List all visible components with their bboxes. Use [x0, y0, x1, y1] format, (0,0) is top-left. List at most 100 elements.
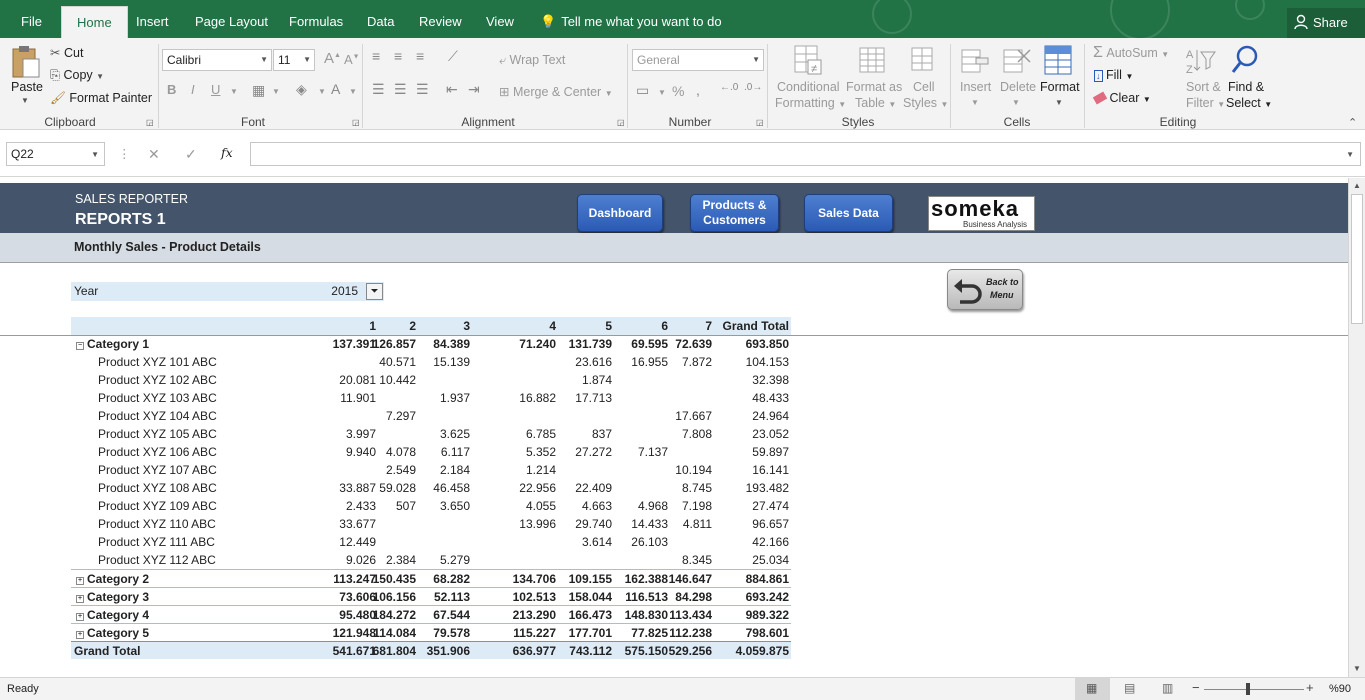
pivot-value-cell[interactable]: 884.861 [746, 570, 789, 588]
pivot-value-cell[interactable]: 541.671 [333, 642, 376, 660]
increase-font-icon[interactable]: A▲ [324, 50, 341, 67]
pivot-value-cell[interactable]: 131.739 [569, 335, 612, 353]
borders-icon[interactable]: ▦ [252, 82, 265, 99]
pivot-value-cell[interactable]: 3.997 [346, 425, 376, 443]
currency-icon[interactable]: ▭ [636, 82, 649, 99]
delete-button[interactable]: Delete [1000, 80, 1036, 94]
pivot-value-cell[interactable]: 114.084 [373, 624, 416, 642]
pivot-value-cell[interactable]: 636.977 [513, 642, 556, 660]
pivot-value-cell[interactable]: 693.850 [746, 335, 789, 353]
pivot-value-cell[interactable]: 106.156 [373, 588, 416, 606]
pivot-value-cell[interactable]: 59.028 [379, 479, 416, 497]
zoom-level[interactable]: %90 [1329, 683, 1351, 695]
decrease-decimal-icon[interactable]: .0→ [744, 82, 762, 93]
font-color-icon[interactable]: A [331, 81, 340, 97]
number-format-select[interactable]: General ▼ [632, 49, 764, 71]
pivot-value-cell[interactable]: 193.482 [746, 479, 789, 497]
font-name-select[interactable]: Calibri ▼ [162, 49, 272, 71]
pivot-value-cell[interactable]: 166.473 [569, 606, 612, 624]
percent-button[interactable]: % [672, 83, 684, 99]
pivot-row-cat[interactable]: + Category 2 113.247 150.435 68.282 134.706 10… [71, 569, 791, 587]
pivot-row-cat[interactable]: − Category 1 137.391 126.857 84.389 71.240 131… [71, 335, 791, 353]
align-right-icon[interactable]: ☰ [416, 81, 429, 98]
pivot-value-cell[interactable]: 1.874 [582, 371, 612, 389]
pivot-row-label[interactable]: Product XYZ 110 ABC [98, 515, 216, 533]
zoom-in-button[interactable]: + [1306, 680, 1314, 695]
pivot-row-item[interactable]: Product XYZ 104 ABC 7.297 17.667 24.964 [71, 407, 791, 425]
pivot-value-cell[interactable]: 1.937 [440, 389, 470, 407]
pivot-value-cell[interactable]: 22.956 [519, 479, 556, 497]
pivot-value-cell[interactable]: 4.811 [683, 515, 712, 533]
pivot-value-cell[interactable]: 837 [592, 425, 612, 443]
pivot-row-label[interactable]: Product XYZ 112 ABC [98, 551, 216, 569]
align-center-icon[interactable]: ☰ [394, 81, 407, 98]
pivot-value-cell[interactable]: 9.940 [346, 443, 376, 461]
pivot-row-label[interactable]: Product XYZ 101 ABC [98, 353, 217, 371]
pivot-value-cell[interactable]: 10.194 [675, 461, 712, 479]
pivot-row-label[interactable]: + Category 4 [70, 606, 149, 624]
pivot-value-cell[interactable]: 24.964 [752, 407, 789, 425]
pivot-value-cell[interactable]: 7.808 [682, 425, 712, 443]
dialog-launcher-icon[interactable]: ◲ [756, 118, 764, 127]
pivot-value-cell[interactable]: 693.242 [746, 588, 789, 606]
decrease-indent-icon[interactable]: ⇤ [446, 81, 458, 98]
tab-data[interactable]: Data [367, 0, 394, 38]
pivot-row-item[interactable]: Product XYZ 108 ABC 33.887 59.028 46.458 22.… [71, 479, 791, 497]
pivot-value-cell[interactable]: 5.279 [440, 551, 470, 569]
clear-button[interactable]: Clear ▼ [1092, 91, 1151, 105]
format-as-table-button[interactable]: Format as [846, 80, 902, 94]
cell-styles-button[interactable]: Cell [913, 80, 935, 94]
align-middle-icon[interactable]: ≡ [394, 48, 402, 64]
expand-icon[interactable]: + [76, 595, 84, 603]
pivot-value-cell[interactable]: 2.433 [346, 497, 376, 515]
bold-button[interactable]: B [167, 82, 176, 97]
insert-button[interactable]: Insert [960, 80, 991, 94]
decrease-font-icon[interactable]: A▼ [344, 52, 360, 67]
expand-icon[interactable]: + [76, 631, 84, 639]
pivot-value-cell[interactable]: 150.435 [373, 570, 416, 588]
pivot-row-item[interactable]: Product XYZ 110 ABC 33.677 13.996 29.740 14.… [71, 515, 791, 533]
sort-filter-button[interactable]: Sort & [1186, 80, 1221, 94]
pivot-value-cell[interactable]: 79.578 [433, 624, 470, 642]
pivot-value-cell[interactable]: 16.955 [631, 353, 668, 371]
worksheet[interactable]: SALES REPORTER REPORTS 1 Dashboard Produ… [0, 178, 1348, 677]
enter-icon[interactable]: ✓ [185, 146, 197, 163]
pivot-row-label[interactable]: Product XYZ 111 ABC [98, 533, 215, 551]
pivot-value-cell[interactable]: 989.322 [746, 606, 789, 624]
pivot-value-cell[interactable]: 52.113 [434, 588, 470, 606]
pivot-value-cell[interactable]: 177.701 [569, 624, 612, 642]
pivot-row-item[interactable]: Product XYZ 103 ABC 11.901 1.937 16.882 17.7… [71, 389, 791, 407]
pivot-value-cell[interactable]: 23.616 [575, 353, 612, 371]
pivot-value-cell[interactable]: 67.544 [433, 606, 470, 624]
zoom-slider-thumb[interactable] [1246, 683, 1250, 695]
pivot-value-cell[interactable]: 112.238 [669, 624, 712, 642]
pivot-value-cell[interactable]: 4.968 [638, 497, 668, 515]
pivot-value-cell[interactable]: 798.601 [746, 624, 789, 642]
page-layout-view-icon[interactable]: ▤ [1124, 681, 1135, 695]
increase-indent-icon[interactable]: ⇥ [468, 81, 480, 98]
pivot-value-cell[interactable]: 29.740 [575, 515, 612, 533]
pivot-row-cat[interactable]: + Category 3 73.606 106.156 52.113 102.513 158… [71, 587, 791, 605]
pivot-value-cell[interactable]: 104.153 [746, 353, 789, 371]
align-top-icon[interactable]: ≡ [372, 48, 380, 64]
insert-function-icon[interactable]: fx [221, 145, 233, 160]
pivot-value-cell[interactable]: 20.081 [339, 371, 376, 389]
pivot-value-cell[interactable]: 17.713 [575, 389, 612, 407]
pivot-value-cell[interactable]: 7.297 [386, 407, 416, 425]
pivot-value-cell[interactable]: 84.389 [433, 335, 470, 353]
copy-button[interactable]: ⎘ Copy ▼ [50, 68, 104, 83]
pivot-row-label[interactable]: Product XYZ 106 ABC [98, 443, 217, 461]
pivot-value-cell[interactable]: 6.785 [526, 425, 556, 443]
pivot-value-cell[interactable]: 16.882 [519, 389, 556, 407]
pivot-value-cell[interactable]: 1.214 [526, 461, 556, 479]
pivot-value-cell[interactable]: 22.409 [575, 479, 612, 497]
pivot-value-cell[interactable]: 4.059.875 [736, 642, 789, 660]
zoom-out-button[interactable]: − [1192, 680, 1200, 695]
pivot-value-cell[interactable]: 529.256 [669, 642, 712, 660]
pivot-value-cell[interactable]: 11.901 [340, 389, 376, 407]
pivot-value-cell[interactable]: 40.571 [379, 353, 416, 371]
find-select-button[interactable]: Find & [1228, 80, 1264, 94]
paste-button[interactable]: Paste [11, 80, 43, 94]
collapse-ribbon-icon[interactable]: ⌃ [1348, 116, 1357, 129]
pivot-value-cell[interactable]: 109.155 [569, 570, 612, 588]
